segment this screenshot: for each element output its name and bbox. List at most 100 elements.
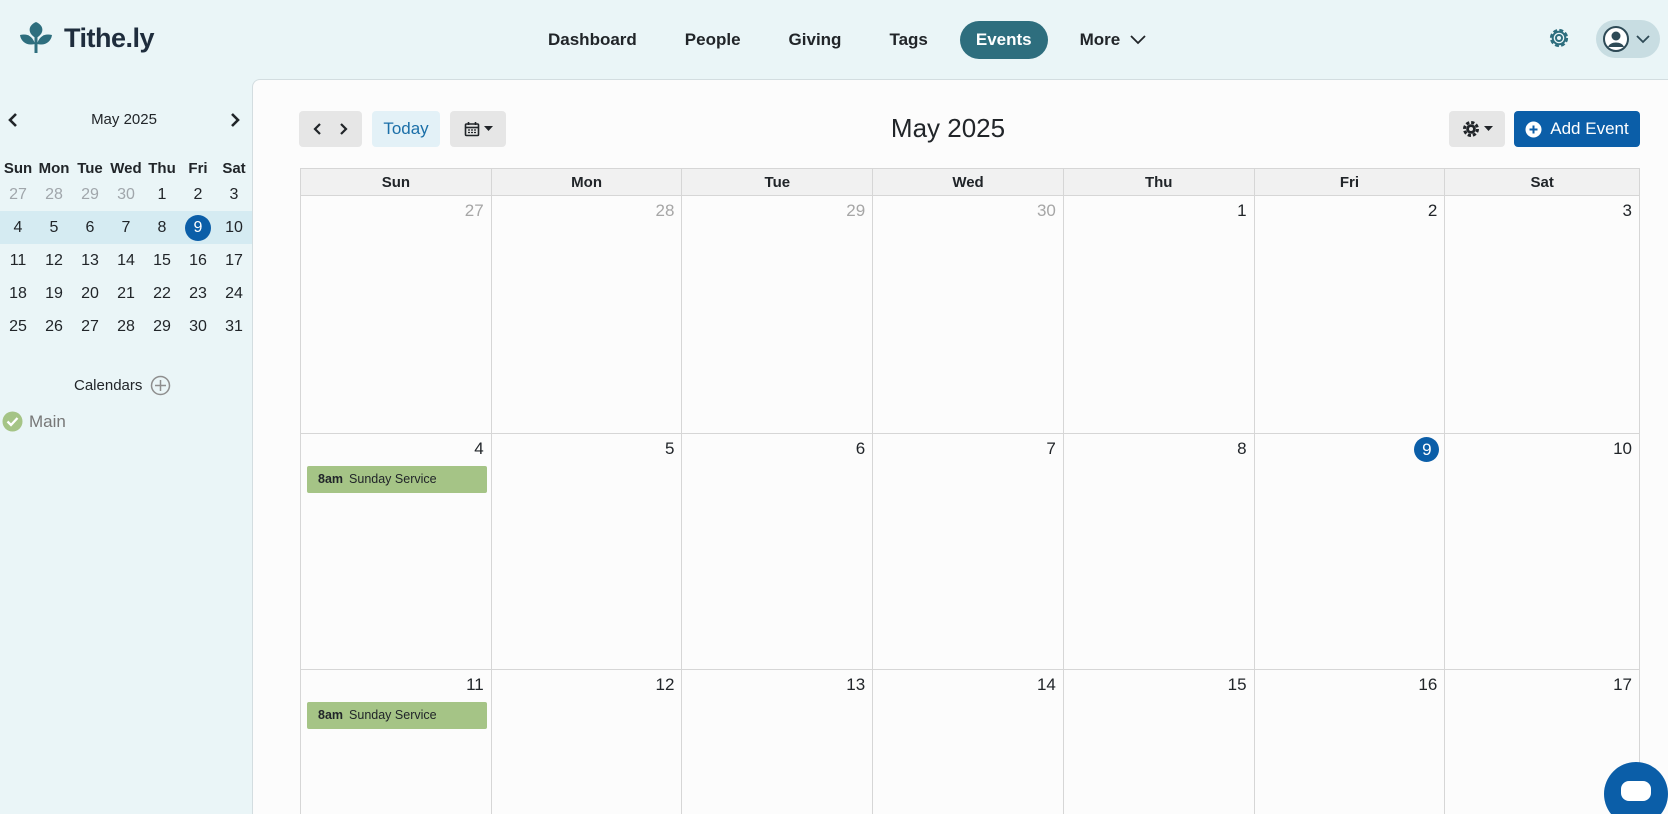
mini-day[interactable]: 14 <box>108 244 144 277</box>
mini-day[interactable]: 13 <box>72 244 108 277</box>
nav-tags[interactable]: Tags <box>873 21 943 59</box>
weekday-header: Sun <box>301 169 492 195</box>
day-cell[interactable]: 8 <box>1064 434 1255 669</box>
mini-next-month-icon[interactable] <box>228 112 242 128</box>
brand-logo[interactable]: Tithe.ly <box>18 20 155 56</box>
day-number: 1 <box>1237 201 1247 220</box>
day-cell[interactable]: 5 <box>492 434 683 669</box>
day-cell[interactable]: 10 <box>1445 434 1639 669</box>
mini-day[interactable]: 31 <box>216 310 252 343</box>
add-event-button[interactable]: Add Event <box>1514 111 1640 147</box>
mini-calendar: Sun Mon Tue Wed Thu Fri Sat 27 28 29 30 … <box>0 158 252 343</box>
mini-day[interactable]: 6 <box>72 211 108 244</box>
nav-people[interactable]: People <box>669 21 757 59</box>
mini-day[interactable]: 28 <box>108 310 144 343</box>
mini-day[interactable]: 25 <box>0 310 36 343</box>
day-cell[interactable]: 30 <box>873 196 1064 433</box>
mini-day-today[interactable]: 9 <box>180 211 216 244</box>
mini-day[interactable]: 24 <box>216 277 252 310</box>
event-time: 8am <box>318 472 344 486</box>
mini-day[interactable]: 30 <box>108 178 144 211</box>
day-number: 27 <box>464 201 484 220</box>
chat-launcher-button[interactable] <box>1604 762 1668 814</box>
day-cell[interactable]: 1 <box>1064 196 1255 433</box>
mini-day[interactable]: 16 <box>180 244 216 277</box>
mini-day[interactable]: 29 <box>144 310 180 343</box>
day-number: 16 <box>1418 675 1438 694</box>
mini-day[interactable]: 18 <box>0 277 36 310</box>
nav-more[interactable]: More <box>1064 21 1163 59</box>
nav-dashboard[interactable]: Dashboard <box>532 21 653 59</box>
mini-today-marker: 9 <box>185 214 211 241</box>
mini-day[interactable]: 19 <box>36 277 72 310</box>
mini-day[interactable]: 1 <box>144 178 180 211</box>
brand-name: Tithe.ly <box>64 22 155 53</box>
event-title: Sunday Service <box>349 472 437 486</box>
calendar-item-main[interactable]: Main <box>2 411 66 432</box>
nav-giving[interactable]: Giving <box>773 21 858 59</box>
sidebar: May 2025 Sun Mon Tue Wed Thu Fri Sat 27 … <box>0 78 252 814</box>
day-cell[interactable]: 12 <box>492 670 683 814</box>
week-row: 11 8am Sunday Service 12 13 14 15 16 17 <box>301 670 1639 814</box>
mini-week-current: 4 5 6 7 8 9 10 <box>0 211 252 244</box>
event-sunday-service[interactable]: 8am Sunday Service <box>307 466 487 493</box>
day-number: 4 <box>474 439 484 458</box>
day-cell[interactable]: 14 <box>873 670 1064 814</box>
day-cell[interactable]: 2 <box>1255 196 1446 433</box>
plus-circle-icon <box>1525 121 1542 137</box>
mini-day[interactable]: 23 <box>180 277 216 310</box>
mini-day[interactable]: 30 <box>180 310 216 343</box>
mini-day[interactable]: 2 <box>180 178 216 211</box>
day-cell-today[interactable]: 9 <box>1255 434 1446 669</box>
day-cell[interactable]: 16 <box>1255 670 1446 814</box>
calendars-heading: Calendars <box>74 377 143 394</box>
day-cell[interactable]: 28 <box>492 196 683 433</box>
nav-events[interactable]: Events <box>959 21 1048 59</box>
user-menu[interactable] <box>1596 20 1660 58</box>
mini-day[interactable]: 15 <box>144 244 180 277</box>
settings-button[interactable] <box>1546 25 1572 56</box>
day-cell[interactable]: 15 <box>1064 670 1255 814</box>
day-number: 30 <box>1036 201 1056 220</box>
mini-day[interactable]: 10 <box>216 211 252 244</box>
mini-weekday: Thu <box>148 159 176 177</box>
day-number: 5 <box>664 439 675 458</box>
day-number: 12 <box>655 675 675 694</box>
mini-day[interactable]: 7 <box>108 211 144 244</box>
day-cell[interactable]: 4 8am Sunday Service <box>301 434 492 669</box>
day-cell[interactable]: 11 8am Sunday Service <box>301 670 492 814</box>
event-sunday-service[interactable]: 8am Sunday Service <box>307 702 487 729</box>
mini-day[interactable]: 8 <box>144 211 180 244</box>
day-cell[interactable]: 6 <box>682 434 874 669</box>
top-navbar: Tithe.ly Dashboard People Giving Tags Ev… <box>0 0 1668 78</box>
mini-day[interactable]: 27 <box>72 310 108 343</box>
calendar-settings-button[interactable] <box>1449 111 1505 147</box>
mini-day[interactable]: 17 <box>216 244 252 277</box>
mini-day[interactable]: 20 <box>72 277 108 310</box>
day-number: 3 <box>1622 201 1633 220</box>
mini-day[interactable]: 26 <box>36 310 72 343</box>
day-cell[interactable]: 7 <box>873 434 1064 669</box>
day-cell[interactable]: 29 <box>682 196 874 433</box>
week-row: 4 8am Sunday Service 5 6 7 8 9 10 <box>301 434 1639 670</box>
mini-day[interactable]: 12 <box>36 244 72 277</box>
avatar-icon <box>1603 26 1629 52</box>
day-cell[interactable]: 3 <box>1445 196 1639 433</box>
mini-day[interactable]: 29 <box>72 178 108 211</box>
mini-day[interactable]: 27 <box>0 178 36 211</box>
weekday-header: Sat <box>1530 174 1554 191</box>
day-cell[interactable]: 27 <box>301 196 492 433</box>
mini-day[interactable]: 11 <box>0 244 36 277</box>
day-cell[interactable]: 13 <box>682 670 874 814</box>
day-number: 28 <box>655 201 675 220</box>
add-calendar-icon[interactable] <box>150 375 171 396</box>
mini-day[interactable]: 28 <box>36 178 72 211</box>
calendar-item-label: Main <box>29 411 66 431</box>
mini-day[interactable]: 21 <box>108 277 144 310</box>
day-number: 11 <box>466 675 484 694</box>
mini-day[interactable]: 5 <box>36 211 72 244</box>
mini-day[interactable]: 3 <box>216 178 252 211</box>
mini-day[interactable]: 22 <box>144 277 180 310</box>
mini-day[interactable]: 4 <box>0 211 36 244</box>
chat-icon <box>1621 781 1651 801</box>
